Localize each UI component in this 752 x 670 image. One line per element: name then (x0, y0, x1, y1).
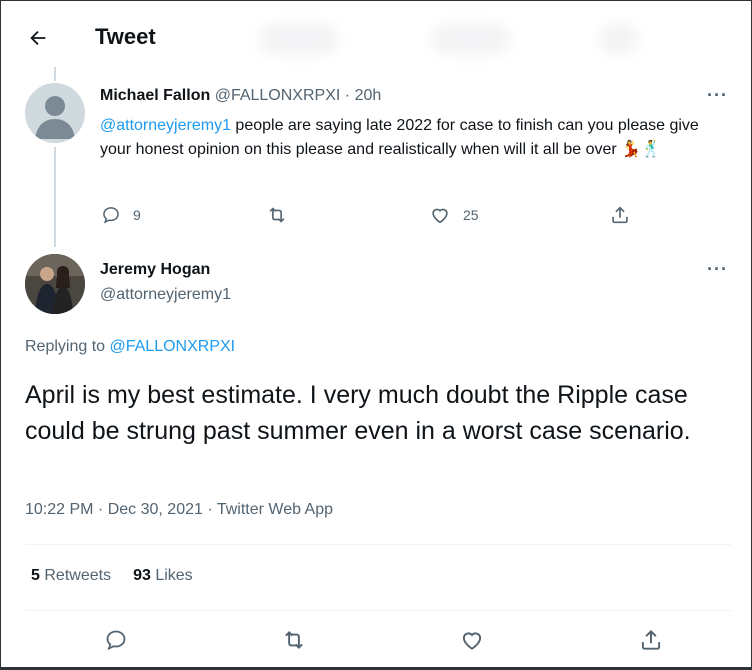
retweet-icon (284, 631, 303, 649)
display-name[interactable]: Michael Fallon (100, 87, 210, 104)
reply-button[interactable] (104, 628, 128, 652)
likes-label: Likes (155, 567, 193, 584)
arrow-left-icon (30, 30, 46, 46)
handle[interactable]: @FALLONXRPXI (215, 87, 341, 104)
avatar[interactable] (25, 83, 85, 143)
parent-tweet-text: @attorneyjeremy1 people are saying late … (100, 114, 720, 162)
share-button[interactable] (638, 627, 664, 653)
reply-icon (103, 207, 119, 224)
reply-icon (106, 630, 126, 651)
reply-count: 9 (133, 207, 141, 223)
retweets-stat[interactable]: 5 Retweets (31, 567, 111, 585)
divider (25, 610, 731, 611)
separator: · (344, 87, 351, 104)
share-icon (641, 629, 661, 650)
header: Tweet (1, 1, 751, 71)
main-tweet-text: April is my best estimate. I very much d… (25, 381, 691, 445)
like-button[interactable] (459, 627, 485, 653)
handle[interactable]: @attorneyjeremy1 (100, 286, 231, 304)
reply-button[interactable]: 9 (101, 205, 266, 225)
heart-icon (463, 632, 482, 650)
thread-line (54, 147, 56, 247)
default-avatar-icon (35, 96, 75, 139)
share-icon (612, 206, 628, 224)
blurred-element (259, 23, 339, 55)
share-button[interactable] (609, 204, 631, 226)
retweet-button[interactable] (266, 204, 429, 226)
main-action-bar (104, 627, 664, 653)
like-button[interactable]: 25 (429, 204, 609, 226)
retweets-count: 5 (31, 567, 40, 584)
mention-link[interactable]: @attorneyjeremy1 (100, 117, 231, 134)
replying-to: Replying to @FALLONXRPXI (25, 338, 235, 356)
blurred-element (599, 23, 639, 55)
likes-stat[interactable]: 93 Likes (133, 567, 193, 585)
replying-mention-link[interactable]: @FALLONXRPXI (110, 338, 236, 355)
parent-tweet-header: Michael Fallon @FALLONXRPXI · 20h (100, 87, 381, 105)
retweet-icon (269, 207, 285, 223)
avatar[interactable] (25, 254, 85, 314)
more-button[interactable]: ··· (707, 259, 728, 280)
parent-action-bar: 9 25 (101, 204, 641, 226)
tweet-meta[interactable]: 10:22 PM · Dec 30, 2021 · Twitter Web Ap… (25, 501, 333, 519)
profile-photo-icon (25, 254, 85, 314)
timestamp[interactable]: 20h (355, 87, 382, 104)
retweet-button[interactable] (281, 627, 307, 653)
display-name[interactable]: Jeremy Hogan (100, 261, 210, 279)
more-horizontal-icon: ··· (707, 259, 728, 279)
back-button[interactable] (21, 21, 55, 55)
divider (25, 544, 731, 545)
like-count: 25 (463, 207, 479, 223)
tweet-page: Tweet Michael Fallon @FALLONXRPXI · 20h … (0, 0, 752, 670)
engagement-stats: 5 Retweets 93 Likes (31, 567, 193, 585)
more-button[interactable]: ··· (707, 85, 728, 106)
thread-line-top (54, 67, 56, 81)
more-horizontal-icon: ··· (707, 85, 728, 105)
heart-icon (432, 208, 448, 224)
retweets-label: Retweets (44, 567, 112, 584)
page-title: Tweet (95, 24, 156, 49)
likes-count: 93 (133, 567, 151, 584)
replying-prefix: Replying to (25, 338, 110, 355)
blurred-element (431, 23, 511, 55)
